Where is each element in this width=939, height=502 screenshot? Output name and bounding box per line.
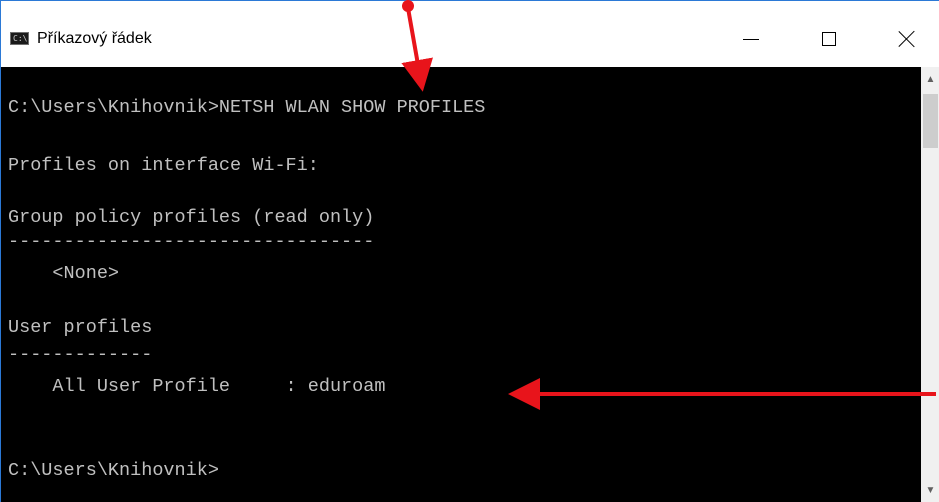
console-line-group-policy: Group policy profiles (read only): [8, 207, 375, 228]
maximize-icon: [822, 32, 836, 46]
console-line-none: <None>: [8, 263, 120, 284]
console-line-command: C:\Users\Knihovnik>NETSH WLAN SHOW PROFI…: [8, 97, 486, 118]
minimize-icon: [743, 38, 759, 40]
console-line-prompt: C:\Users\Knihovnik>: [8, 460, 219, 481]
console-line-separator: -------------: [8, 344, 153, 365]
console-output[interactable]: C:\Users\Knihovnik>NETSH WLAN SHOW PROFI…: [2, 67, 921, 502]
console-line-user-profiles: User profiles: [8, 317, 153, 338]
console-line-separator: ---------------------------------: [8, 231, 375, 252]
maximize-button[interactable]: [806, 22, 852, 56]
minimize-button[interactable]: [728, 22, 774, 56]
title-bar[interactable]: C:\ Příkazový řádek: [1, 0, 939, 67]
console-line-interface: Profiles on interface Wi-Fi:: [8, 155, 319, 176]
console-line-profile-eduroam: All User Profile : eduroam: [8, 376, 386, 397]
window-title: Příkazový řádek: [37, 30, 152, 47]
close-button[interactable]: [884, 22, 930, 56]
cmd-app-icon: C:\: [10, 32, 29, 45]
scroll-down-arrow-icon[interactable]: ▼: [921, 478, 939, 502]
scrollbar-thumb[interactable]: [923, 94, 938, 148]
command-prompt-window: C:\ Příkazový řádek C:\Users\Knihovnik>N…: [0, 0, 939, 502]
cmd-icon-glyph: C:\: [13, 34, 28, 43]
scroll-up-arrow-icon[interactable]: ▲: [921, 67, 939, 91]
close-icon: [899, 31, 915, 47]
